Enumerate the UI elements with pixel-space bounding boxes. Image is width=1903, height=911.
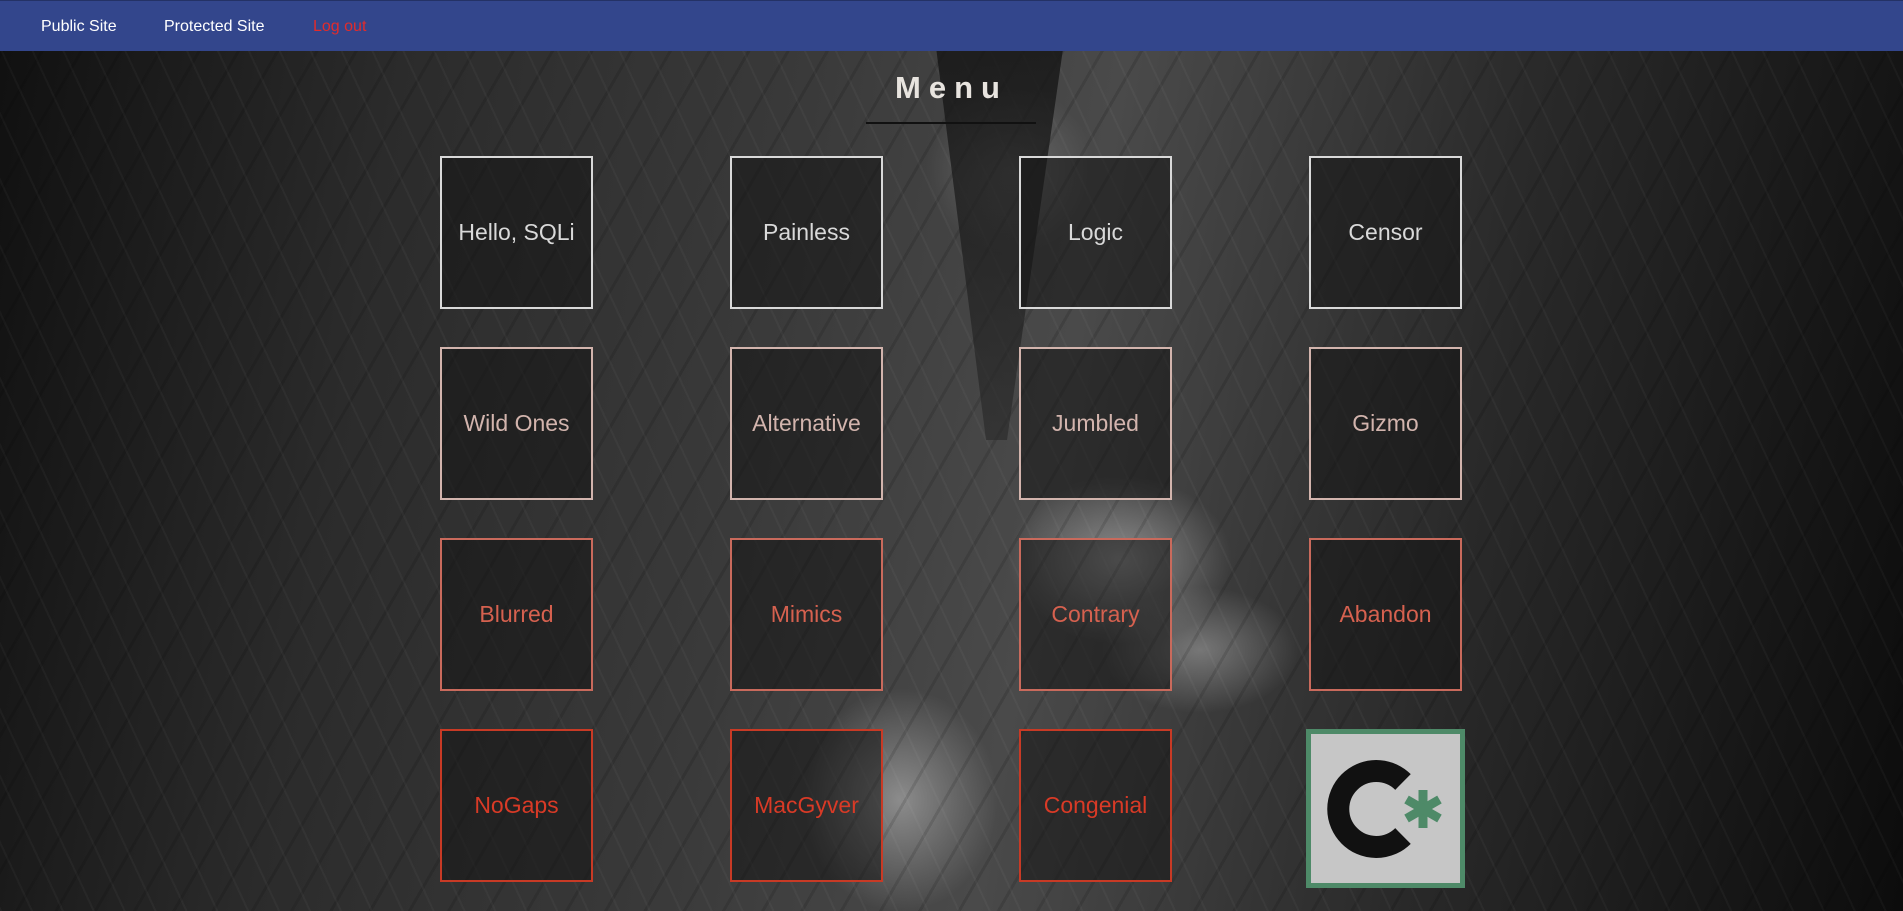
menu-tile-painless[interactable]: Painless — [730, 156, 883, 309]
nav-logout[interactable]: Log out — [313, 18, 366, 36]
nav-public-site[interactable]: Public Site — [41, 18, 117, 36]
menu-tile-logic[interactable]: Logic — [1019, 156, 1172, 309]
menu-tile-wild-ones[interactable]: Wild Ones — [440, 347, 593, 500]
menu-tile-macgyver[interactable]: MacGyver — [730, 729, 883, 882]
menu-tile-alternative[interactable]: Alternative — [730, 347, 883, 500]
page-title: Menu — [895, 70, 1008, 105]
menu-tile-label: Hello, SQLi — [458, 219, 575, 245]
c-asterisk-logo-icon — [1327, 760, 1442, 858]
menu-tile-label: Jumbled — [1052, 410, 1139, 436]
menu-tile-mimics[interactable]: Mimics — [730, 538, 883, 691]
menu-tile-label: MacGyver — [754, 792, 859, 818]
title-underline — [866, 122, 1036, 124]
menu-tile-blurred[interactable]: Blurred — [440, 538, 593, 691]
menu-tile-jumbled[interactable]: Jumbled — [1019, 347, 1172, 500]
nav-protected-site[interactable]: Protected Site — [164, 18, 265, 36]
menu-tile-hello-sqli[interactable]: Hello, SQLi — [440, 156, 593, 309]
menu-tile-label: Painless — [763, 219, 850, 245]
menu-tile-nogaps[interactable]: NoGaps — [440, 729, 593, 882]
menu-tile-label: Gizmo — [1352, 410, 1419, 436]
menu-tile-censor[interactable]: Censor — [1309, 156, 1462, 309]
menu-tile-label: Blurred — [479, 601, 554, 627]
menu-tile-label: Contrary — [1051, 601, 1140, 627]
menu-tile-label: Congenial — [1043, 792, 1148, 818]
menu-tile-label: Censor — [1348, 219, 1423, 245]
background-image — [0, 0, 1903, 911]
menu-tile-gizmo[interactable]: Gizmo — [1309, 347, 1462, 500]
c-asterisk-logo-tile[interactable] — [1306, 729, 1465, 888]
menu-tile-label: Wild Ones — [463, 410, 570, 436]
menu-tile-label: Logic — [1068, 219, 1123, 245]
top-navbar: Public Site Protected Site Log out — [0, 0, 1903, 51]
menu-tile-label: Abandon — [1339, 601, 1432, 627]
menu-tile-congenial[interactable]: Congenial — [1019, 729, 1172, 882]
menu-tile-contrary[interactable]: Contrary — [1019, 538, 1172, 691]
menu-tile-label: Mimics — [770, 601, 843, 627]
menu-tile-label: NoGaps — [474, 792, 559, 818]
menu-tile-abandon[interactable]: Abandon — [1309, 538, 1462, 691]
menu-tile-label: Alternative — [752, 410, 861, 436]
